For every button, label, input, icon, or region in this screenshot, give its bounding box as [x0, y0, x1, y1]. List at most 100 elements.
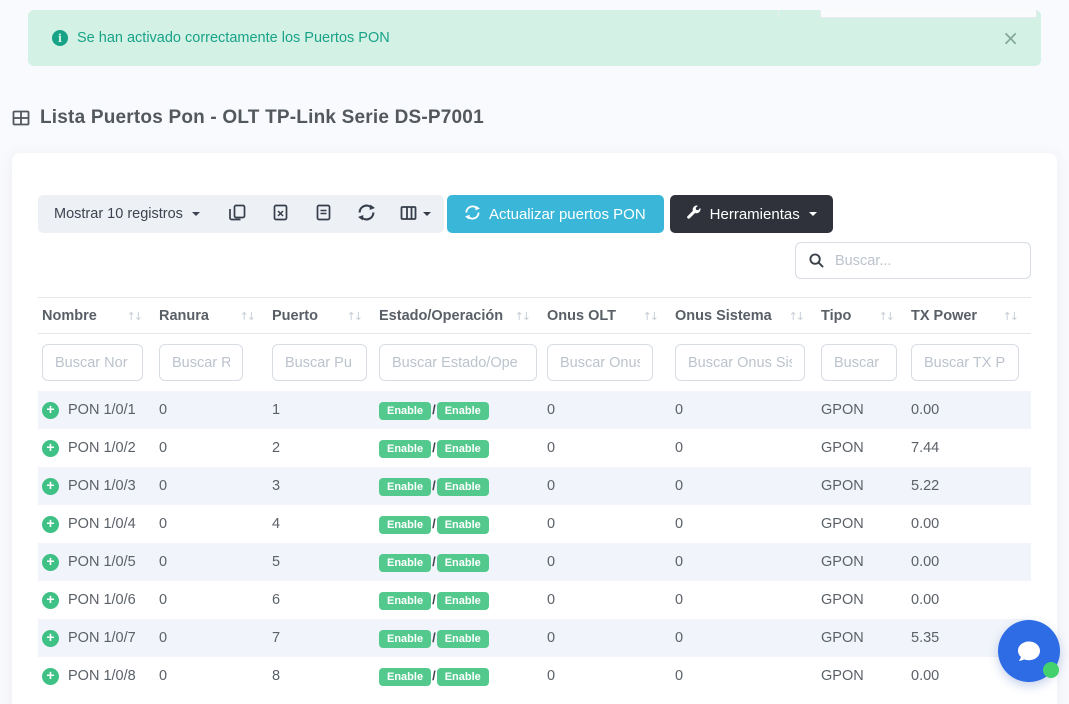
table-row: +PON 1/0/808Enable/Enable00GPON0.00: [38, 657, 1031, 695]
operacion-badge: Enable: [437, 554, 489, 572]
table-row: +PON 1/0/202Enable/Enable00GPON7.44: [38, 429, 1031, 467]
excel-icon: [273, 204, 288, 224]
puerto-cell: 8: [268, 657, 375, 695]
sort-icon: ↑↓: [240, 310, 254, 323]
excel-export-button[interactable]: [259, 195, 302, 233]
column-header-onus-olt[interactable]: ↑↓Onus OLT: [543, 298, 671, 334]
puerto-cell: 3: [268, 467, 375, 505]
estado-badge: Enable: [379, 478, 431, 496]
expand-row-icon[interactable]: +: [42, 630, 59, 647]
columns-icon: [400, 205, 417, 224]
ranura-cell: 0: [155, 467, 268, 505]
expand-row-icon[interactable]: +: [42, 516, 59, 533]
column-header-estado-operacion[interactable]: ↑↓Estado/Operación: [375, 298, 543, 334]
estado-separator: /: [432, 668, 436, 683]
expand-row-icon[interactable]: +: [42, 592, 59, 609]
update-pon-ports-button[interactable]: Actualizar puertos PON: [447, 195, 664, 233]
pon-ports-card: Mostrar 10 registros: [12, 153, 1057, 704]
reload-table-button[interactable]: [345, 195, 388, 233]
copy-button[interactable]: [216, 195, 259, 233]
port-name: PON 1/0/3: [68, 478, 136, 494]
filter-input-estado-operacion[interactable]: [379, 344, 537, 381]
operacion-badge: Enable: [437, 592, 489, 610]
estado-badge: Enable: [379, 554, 431, 572]
filter-input-puerto[interactable]: [272, 344, 367, 381]
expand-row-icon[interactable]: +: [42, 478, 59, 495]
table-toolbar: Mostrar 10 registros: [38, 195, 1031, 233]
success-alert: i Se han activado correctamente los Puer…: [28, 10, 1041, 66]
estado-separator: /: [432, 402, 436, 417]
expand-row-icon[interactable]: +: [42, 440, 59, 457]
table-row: +PON 1/0/101Enable/Enable00GPON0.00: [38, 391, 1031, 429]
tx-power-cell: 0.00: [907, 505, 1031, 543]
filter-row: [38, 334, 1031, 392]
update-pon-ports-label: Actualizar puertos PON: [489, 206, 646, 223]
chevron-down-icon: [423, 212, 431, 216]
refresh-icon: [358, 204, 375, 224]
filter-input-nombre[interactable]: [42, 344, 143, 381]
chevron-down-icon: [192, 212, 200, 216]
column-header-nombre[interactable]: ↑↓Nombre: [38, 298, 155, 334]
page-title-text: Lista Puertos Pon - OLT TP-Link Serie DS…: [40, 107, 484, 129]
filter-input-tx-power[interactable]: [911, 344, 1019, 381]
tipo-cell: GPON: [817, 467, 907, 505]
tipo-cell: GPON: [817, 429, 907, 467]
ranura-cell: 0: [155, 581, 268, 619]
expand-row-icon[interactable]: +: [42, 668, 59, 685]
sort-icon: ↑↓: [643, 310, 657, 323]
column-header-puerto[interactable]: ↑↓Puerto: [268, 298, 375, 334]
tipo-cell: GPON: [817, 543, 907, 581]
estado-separator: /: [432, 440, 436, 455]
file-export-button[interactable]: [302, 195, 345, 233]
port-name: PON 1/0/7: [68, 630, 136, 646]
info-circle-icon: i: [52, 30, 68, 46]
tx-power-cell: 7.44: [907, 429, 1031, 467]
show-records-label: Mostrar 10 registros: [54, 206, 183, 222]
estado-separator: /: [432, 554, 436, 569]
chat-online-dot: [1043, 662, 1059, 678]
puerto-cell: 2: [268, 429, 375, 467]
column-header-ranura[interactable]: ↑↓Ranura: [155, 298, 268, 334]
sort-icon: ↑↓: [127, 310, 141, 323]
onus-olt-cell: 0: [543, 429, 671, 467]
tools-dropdown-button[interactable]: Herramientas: [670, 195, 833, 233]
estado-operacion-cell: Enable/Enable: [375, 505, 543, 543]
column-header-onus-sistema[interactable]: ↑↓Onus Sistema: [671, 298, 817, 334]
onus-sistema-cell: 0: [671, 505, 817, 543]
show-records-dropdown[interactable]: Mostrar 10 registros: [38, 195, 216, 233]
port-name: PON 1/0/2: [68, 440, 136, 456]
expand-row-icon[interactable]: +: [42, 554, 59, 571]
filter-input-tipo[interactable]: [821, 344, 897, 381]
alert-close-button[interactable]: ×: [1002, 28, 1019, 48]
operacion-badge: Enable: [437, 402, 489, 420]
tipo-cell: GPON: [817, 505, 907, 543]
onus-olt-cell: 0: [543, 619, 671, 657]
expand-row-icon[interactable]: +: [42, 402, 59, 419]
filter-input-onus-olt[interactable]: [547, 344, 653, 381]
filter-input-ranura[interactable]: [159, 344, 243, 381]
sync-icon: [465, 205, 480, 224]
estado-separator: /: [432, 630, 436, 645]
table-row: +PON 1/0/303Enable/Enable00GPON5.22: [38, 467, 1031, 505]
tipo-cell: GPON: [817, 581, 907, 619]
onus-olt-cell: 0: [543, 581, 671, 619]
operacion-badge: Enable: [437, 516, 489, 534]
puerto-cell: 1: [268, 391, 375, 429]
table-row: +PON 1/0/505Enable/Enable00GPON0.00: [38, 543, 1031, 581]
column-header-tipo[interactable]: ↑↓Tipo: [817, 298, 907, 334]
ranura-cell: 0: [155, 505, 268, 543]
column-visibility-button[interactable]: [388, 195, 444, 233]
search-input[interactable]: [835, 253, 1017, 269]
tx-power-cell: 0.00: [907, 391, 1031, 429]
onus-olt-cell: 0: [543, 505, 671, 543]
global-search: [795, 242, 1031, 279]
estado-operacion-cell: Enable/Enable: [375, 467, 543, 505]
tx-power-cell: 5.22: [907, 467, 1031, 505]
estado-badge: Enable: [379, 668, 431, 686]
sort-icon: ↑↓: [1003, 310, 1017, 323]
ranura-cell: 0: [155, 429, 268, 467]
estado-badge: Enable: [379, 440, 431, 458]
filter-input-onus-sistema[interactable]: [675, 344, 805, 381]
column-header-tx-power[interactable]: ↑↓TX Power: [907, 298, 1031, 334]
tipo-cell: GPON: [817, 391, 907, 429]
